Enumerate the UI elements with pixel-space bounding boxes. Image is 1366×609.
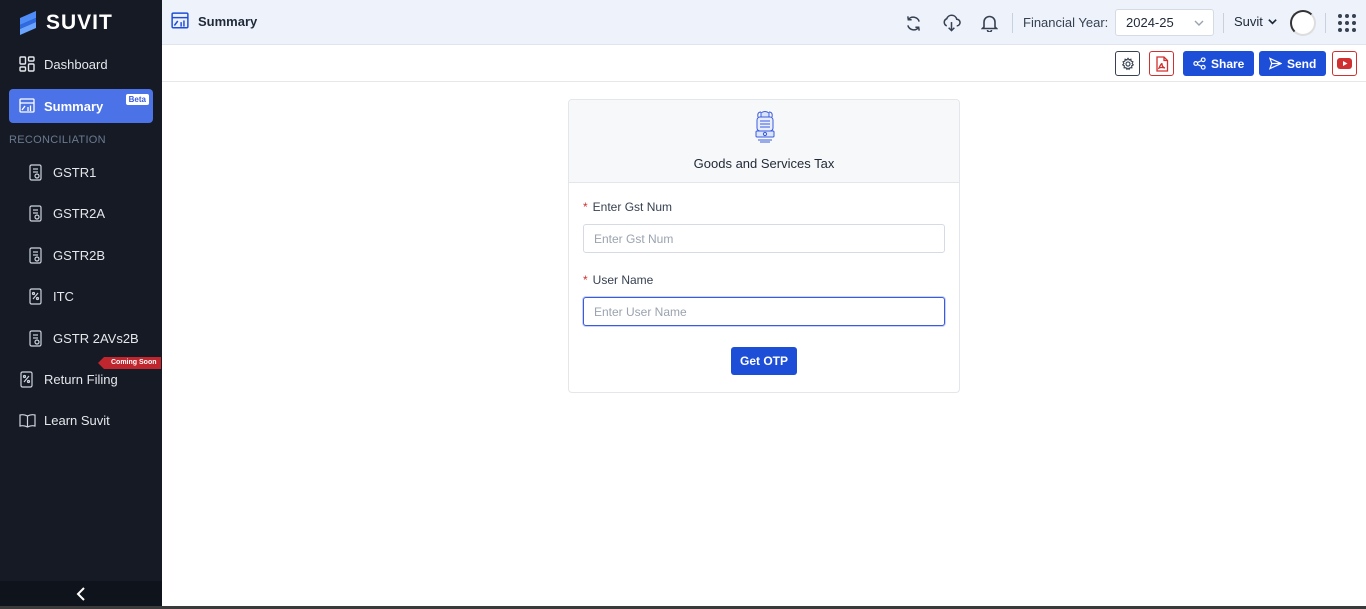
sidebar-item-return-filing[interactable]: Return Filing [9,362,153,396]
gst-login-card: Goods and Services Tax * Enter Gst Num * U… [568,99,960,393]
tax-document-icon [27,287,45,305]
sidebar-item-label: Return Filing [44,371,118,387]
beta-badge: Beta [125,94,149,105]
financial-year-value: 2024-25 [1126,15,1174,30]
sidebar-item-itc[interactable]: ITC [9,279,153,313]
top-header: Summary Financial Year: 2024-25 Suvit [162,0,1366,45]
user-name: Suvit [1234,14,1263,29]
send-icon [1269,57,1282,70]
page-title: Summary [171,12,257,30]
apps-grid-icon[interactable] [1338,14,1356,32]
chevron-down-icon [1268,19,1277,25]
document-icon [27,246,45,264]
book-icon [18,411,36,429]
sidebar-item-summary[interactable]: Summary Beta [9,89,153,123]
tax-document-icon [18,370,36,388]
sidebar-collapse-button[interactable] [0,581,162,606]
pdf-icon [1155,55,1168,72]
dashboard-grid-icon [18,55,36,73]
app-root: SUVIT Dashboard Summary Beta RECONCILIAT… [0,0,1366,609]
document-icon [27,163,45,181]
brand-name: SUVIT [46,11,113,34]
get-otp-button[interactable]: Get OTP [731,347,797,375]
send-label: Send [1287,56,1317,71]
document-icon [27,204,45,222]
chevron-left-icon [76,586,85,601]
youtube-button[interactable] [1332,51,1357,76]
summary-chart-icon [171,12,189,29]
share-button[interactable]: Share [1183,51,1255,76]
gst-num-label-text: Enter Gst Num [592,200,673,214]
sidebar-item-label: ITC [53,288,74,304]
share-icon [1193,57,1206,70]
header-divider [1012,13,1013,33]
sidebar-item-gstr2a[interactable]: GSTR2A [9,196,153,230]
financial-year-label: Financial Year: [1023,15,1109,30]
refresh-button[interactable] [902,12,924,34]
sidebar-item-learn-suvit[interactable]: Learn Suvit [9,403,153,437]
notifications-button[interactable] [978,12,1000,34]
card-title: Goods and Services Tax [693,156,835,171]
sidebar-item-gstr2b[interactable]: GSTR2B [9,238,153,272]
financial-year-select[interactable]: 2024-25 [1115,9,1214,36]
settings-gear-icon [1121,56,1134,70]
action-toolbar: Share Send [162,46,1366,82]
required-marker: * [583,200,588,214]
sidebar-item-label: GSTR1 [53,164,97,180]
pdf-export-button[interactable] [1149,51,1174,76]
sidebar-item-label: GSTR2A [53,205,106,221]
sidebar-item-label: Learn Suvit [44,412,110,428]
required-marker: * [583,273,588,287]
sidebar-item-label: Dashboard [44,56,108,72]
brand-logo[interactable]: SUVIT [18,9,113,37]
sidebar-item-dashboard[interactable]: Dashboard [9,47,153,81]
avatar[interactable] [1290,10,1316,36]
youtube-icon [1337,58,1352,69]
header-divider [1325,13,1326,33]
card-header: Goods and Services Tax [569,100,959,183]
send-button[interactable]: Send [1259,51,1327,76]
user-name-label-text: User Name [592,273,654,287]
gst-num-input[interactable] [583,224,945,253]
bell-icon [980,15,998,32]
share-label: Share [1211,56,1245,71]
sidebar-item-gstr-2avs2b[interactable]: GSTR 2AVs2B [9,321,153,355]
refresh-icon [906,15,920,31]
user-menu[interactable]: Suvit [1234,14,1278,29]
summary-chart-icon [18,97,36,115]
cloud-download-icon [943,14,961,32]
sidebar-item-label: GSTR 2AVs2B [53,330,139,346]
user-name-input[interactable] [583,297,945,326]
gst-num-label: * Enter Gst Num [583,200,672,214]
page-title-text: Summary [198,13,258,29]
user-name-label: * User Name [583,273,653,287]
sidebar-item-label: GSTR2B [53,247,106,263]
settings-button[interactable] [1115,51,1140,76]
suvit-logo-icon [20,11,36,35]
sidebar-item-label: Summary [44,98,104,114]
document-icon [27,329,45,347]
national-emblem-icon [755,111,775,143]
sidebar-item-gstr1[interactable]: GSTR1 [9,155,153,189]
download-button[interactable] [940,12,962,34]
sidebar: SUVIT Dashboard Summary Beta RECONCILIAT… [0,0,162,606]
section-label-reconciliation: RECONCILIATION [9,134,106,146]
chevron-down-icon [1194,20,1204,26]
header-divider [1223,13,1224,33]
